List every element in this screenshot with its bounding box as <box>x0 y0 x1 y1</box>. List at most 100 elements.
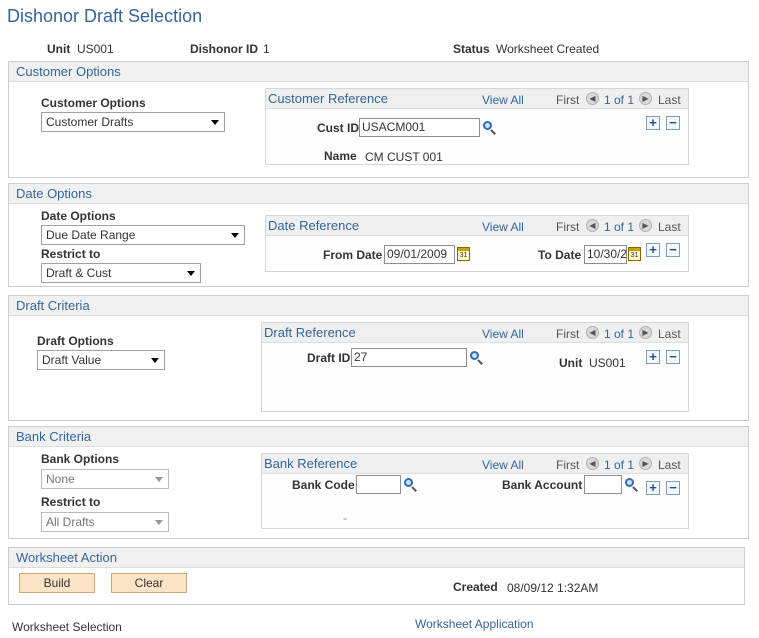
clear-button[interactable]: Clear <box>111 573 187 593</box>
delete-row-icon[interactable]: − <box>666 481 680 495</box>
bank-code-input[interactable] <box>356 475 401 494</box>
bank-code-lookup-icon[interactable] <box>404 478 417 492</box>
date-options-header: Date Options <box>9 184 748 204</box>
build-button[interactable]: Build <box>19 573 95 593</box>
customer-reference-grid-header: Customer Reference View All First ◀ 1 of… <box>266 89 688 109</box>
name-value: CM CUST 001 <box>365 150 443 164</box>
chevron-down-icon <box>211 120 219 125</box>
first-label: First <box>556 220 580 234</box>
next-arrow-icon[interactable]: ▶ <box>639 457 652 470</box>
from-date-label: From Date <box>323 248 383 262</box>
bank-options-label: Bank Options <box>41 452 120 466</box>
draft-reference-grid-header: Draft Reference View All First ◀ 1 of 1 … <box>262 323 688 343</box>
date-restrict-label: Restrict to <box>41 247 101 261</box>
chevron-down-icon <box>187 271 195 276</box>
first-label: First <box>556 327 580 341</box>
status-label: Status <box>453 42 490 56</box>
worksheet-application-link[interactable]: Worksheet Application <box>415 617 534 631</box>
last-label: Last <box>658 220 681 234</box>
next-arrow-icon[interactable]: ▶ <box>639 92 652 105</box>
customer-options-select[interactable]: Customer Drafts <box>41 112 225 132</box>
view-all-link[interactable]: View All <box>482 327 524 341</box>
dishonor-id-label: Dishonor ID <box>190 42 258 56</box>
draft-id-lookup-icon[interactable] <box>470 351 483 365</box>
draft-id-label: Draft ID <box>307 351 351 365</box>
from-date-input[interactable]: 09/01/2009 <box>384 245 455 264</box>
first-label: First <box>556 458 580 472</box>
bank-account-input[interactable] <box>584 475 622 494</box>
next-arrow-icon[interactable]: ▶ <box>639 326 652 339</box>
created-label: Created <box>453 580 498 594</box>
calendar-icon[interactable]: 31 <box>457 247 470 261</box>
draft-unit-label: Unit <box>559 356 583 370</box>
created-value: 08/09/12 1:32AM <box>507 581 599 595</box>
date-reference-title: Date Reference <box>268 218 360 233</box>
worksheet-selection-link[interactable]: Worksheet Selection <box>12 620 122 634</box>
bank-criteria-header: Bank Criteria <box>9 427 748 447</box>
draft-options-selected: Draft Value <box>42 353 102 367</box>
bank-restrict-selected: All Drafts <box>46 515 95 529</box>
draft-options-select[interactable]: Draft Value <box>37 350 165 370</box>
add-row-icon[interactable]: + <box>646 243 660 257</box>
date-options-label: Date Options <box>41 209 116 223</box>
add-row-icon[interactable]: + <box>646 481 660 495</box>
previous-arrow-icon[interactable]: ◀ <box>586 457 599 470</box>
customer-reference-title: Customer Reference <box>268 91 388 106</box>
previous-arrow-icon[interactable]: ◀ <box>586 92 599 105</box>
row-count: 1 of 1 <box>604 327 635 341</box>
draft-options-label: Draft Options <box>37 334 114 348</box>
dishonor-id-value: 1 <box>263 42 270 56</box>
customer-options-header: Customer Options <box>9 62 748 82</box>
unit-value: US001 <box>77 42 114 56</box>
to-date-label: To Date <box>538 248 582 262</box>
last-label: Last <box>658 327 681 341</box>
date-options-selected: Due Date Range <box>46 228 136 242</box>
calendar-icon[interactable]: 31 <box>628 247 641 261</box>
previous-arrow-icon[interactable]: ◀ <box>586 326 599 339</box>
draft-unit-value: US001 <box>589 356 626 370</box>
worksheet-action-header: Worksheet Action <box>9 548 744 568</box>
first-label: First <box>556 93 580 107</box>
bank-reference-grid-header: Bank Reference View All First ◀ 1 of 1 ▶… <box>262 454 688 474</box>
name-label: Name <box>324 149 357 163</box>
to-date-input[interactable]: 10/30/2 <box>584 245 627 264</box>
customer-options-selected: Customer Drafts <box>46 115 134 129</box>
bank-code-label: Bank Code <box>292 478 355 492</box>
bank-dash: - <box>343 511 347 525</box>
add-row-icon[interactable]: + <box>646 116 660 130</box>
date-options-select[interactable]: Due Date Range <box>41 225 245 245</box>
cust-id-lookup-icon[interactable] <box>483 121 496 135</box>
delete-row-icon[interactable]: − <box>666 116 680 130</box>
chevron-down-icon <box>155 520 163 525</box>
row-count: 1 of 1 <box>604 93 635 107</box>
bank-restrict-label: Restrict to <box>41 495 101 509</box>
draft-criteria-header: Draft Criteria <box>9 296 748 316</box>
previous-arrow-icon[interactable]: ◀ <box>586 219 599 232</box>
row-count: 1 of 1 <box>604 220 635 234</box>
bank-account-label: Bank Account <box>502 478 583 492</box>
status-value: Worksheet Created <box>496 42 600 56</box>
bank-restrict-select[interactable]: All Drafts <box>41 512 169 532</box>
cust-id-input[interactable]: USACM001 <box>359 118 480 137</box>
unit-label: Unit <box>47 42 71 56</box>
bank-account-lookup-icon[interactable] <box>625 478 638 492</box>
page-title: Dishonor Draft Selection <box>7 6 203 26</box>
bank-reference-title: Bank Reference <box>264 456 358 471</box>
delete-row-icon[interactable]: − <box>666 243 680 257</box>
date-restrict-select[interactable]: Draft & Cust <box>41 263 201 283</box>
add-row-icon[interactable]: + <box>646 350 660 364</box>
bank-options-selected: None <box>46 472 75 486</box>
draft-id-input[interactable]: 27 <box>351 348 467 367</box>
row-count: 1 of 1 <box>604 458 635 472</box>
customer-options-label: Customer Options <box>41 96 146 110</box>
date-restrict-selected: Draft & Cust <box>46 266 112 280</box>
last-label: Last <box>658 93 681 107</box>
view-all-link[interactable]: View All <box>482 458 524 472</box>
last-label: Last <box>658 458 681 472</box>
chevron-down-icon <box>155 477 163 482</box>
view-all-link[interactable]: View All <box>482 93 524 107</box>
view-all-link[interactable]: View All <box>482 220 524 234</box>
next-arrow-icon[interactable]: ▶ <box>639 219 652 232</box>
bank-options-select[interactable]: None <box>41 469 169 489</box>
delete-row-icon[interactable]: − <box>666 350 680 364</box>
